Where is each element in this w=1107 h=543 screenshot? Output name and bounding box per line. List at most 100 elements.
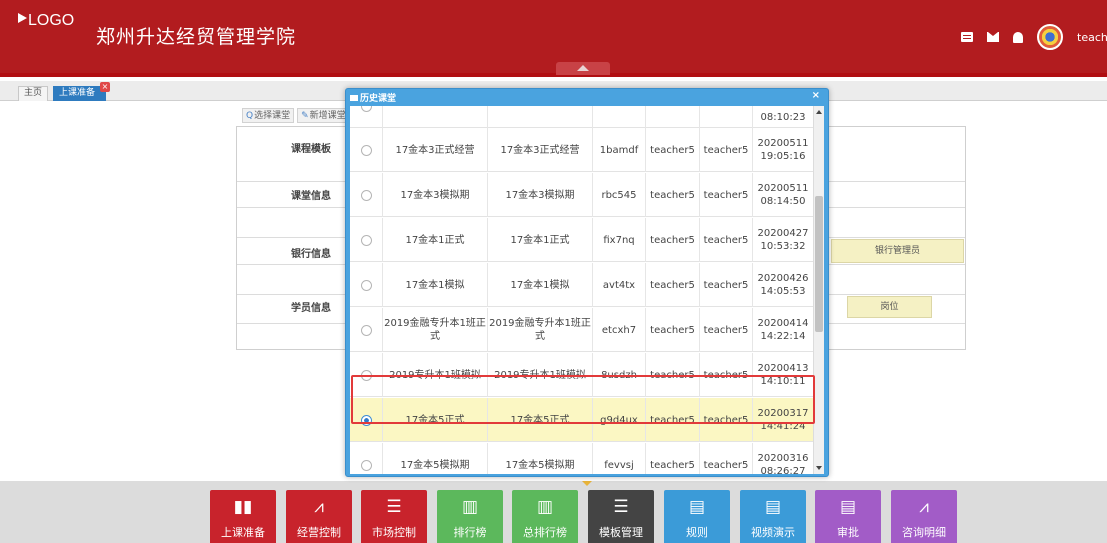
time-text: 14:10:11 xyxy=(760,376,806,387)
table-row[interactable]: 17金本3模拟期 17金本3模拟期 rbc545 teacher5 teacher5 20… xyxy=(350,173,813,217)
nav-button[interactable]: ☰ 模板管理 xyxy=(588,490,654,543)
avatar[interactable] xyxy=(1037,24,1063,50)
class-code-cell: 1bamdf xyxy=(593,128,646,172)
select-class-label: 选择课堂 xyxy=(254,111,291,121)
scroll-up-icon[interactable] xyxy=(816,110,822,114)
ranking-icon: ▥ xyxy=(536,497,554,517)
chevron-down-icon[interactable] xyxy=(582,481,592,486)
row-radio[interactable] xyxy=(360,324,372,336)
logo: LOGO xyxy=(18,12,74,30)
row-radio[interactable] xyxy=(360,234,372,246)
book-icon: ▮▮ xyxy=(233,497,253,517)
document-icon: ▤ xyxy=(764,497,782,517)
mail-icon[interactable] xyxy=(987,32,999,42)
radio-cell[interactable] xyxy=(350,353,383,397)
row-radio[interactable] xyxy=(360,459,372,471)
nav-button-label: 模板管理 xyxy=(599,526,643,539)
radio-cell[interactable] xyxy=(350,263,383,307)
table-row[interactable]: 17金本1模拟 17金本1模拟 avt4tx teacher5 teacher5 2020… xyxy=(350,263,813,307)
nav-button[interactable]: ▤ 规则 xyxy=(664,490,730,543)
nav-button[interactable]: ⩘ 咨询明细 xyxy=(891,490,957,543)
row-radio[interactable] xyxy=(360,414,372,426)
class-name-cell: 2019专升本1班模拟 xyxy=(383,353,488,397)
nav-button[interactable]: ▤ 视频演示 xyxy=(740,490,806,543)
new-class-button[interactable]: ✎新增课堂 xyxy=(297,108,350,123)
scroll-down-icon[interactable] xyxy=(816,466,822,470)
radio-cell[interactable] xyxy=(350,398,383,442)
nav-button[interactable]: ▥ 排行榜 xyxy=(437,490,503,543)
class-code-cell: rbc545 xyxy=(593,173,646,217)
row-radio[interactable] xyxy=(360,189,372,201)
template-name-cell: 17金本3模拟期 xyxy=(488,173,593,217)
scroll-thumb[interactable] xyxy=(815,196,823,332)
nav-button[interactable]: ▤ 审批 xyxy=(815,490,881,543)
datetime-cell: 20200316 08:26:27 xyxy=(753,443,813,474)
row-radio[interactable] xyxy=(360,106,372,112)
logo-text: LOGO xyxy=(28,12,75,29)
tab-home[interactable]: 主页 xyxy=(18,86,49,101)
template-name-cell: 2019专升本1班模拟 xyxy=(488,353,593,397)
date-text: 20200426 xyxy=(757,273,809,284)
nav-button[interactable]: ▮▮ 上课准备 xyxy=(210,490,276,543)
tab-class-prep[interactable]: 上课准备 × xyxy=(53,82,111,101)
radio-cell[interactable] xyxy=(350,443,383,474)
creator-cell: teacher5 xyxy=(700,353,753,397)
row-radio[interactable] xyxy=(360,144,372,156)
username[interactable]: teacher5 xyxy=(1077,31,1107,44)
nav-button[interactable]: ▥ 总排行榜 xyxy=(512,490,578,543)
close-tab-icon[interactable]: × xyxy=(100,82,111,92)
radio-cell[interactable] xyxy=(350,308,383,352)
nav-button-label: 审批 xyxy=(837,526,859,539)
radio-cell[interactable] xyxy=(350,106,383,128)
table-row[interactable]: 2019金融专升本1班正式 2019金融专升本1班正式 etcxh7 teacher5… xyxy=(350,308,813,352)
row-radio[interactable] xyxy=(360,279,372,291)
class-code-cell: etcxh7 xyxy=(593,308,646,352)
document-icon: ▤ xyxy=(839,497,857,517)
message-icon[interactable] xyxy=(961,32,973,42)
bell-icon[interactable] xyxy=(1013,31,1023,43)
nav-button-label: 规则 xyxy=(686,526,708,539)
radio-cell[interactable] xyxy=(350,128,383,172)
header-collapse-toggle[interactable] xyxy=(556,62,610,75)
broken-image-icon xyxy=(18,13,27,23)
select-class-button[interactable]: Q选择课堂 xyxy=(242,108,295,123)
radio-cell[interactable] xyxy=(350,173,383,217)
table-row[interactable]: 17金本1正式 17金本1正式 fix7nq teacher5 teacher5 2020… xyxy=(350,218,813,262)
datetime-cell: 20200426 14:05:53 xyxy=(753,263,813,307)
dialog-title-text: 历史课堂 xyxy=(360,94,397,104)
course-template-label: 课程模板 xyxy=(291,144,331,155)
row-radio[interactable] xyxy=(360,369,372,381)
nav-button[interactable]: ☰ 市场控制 xyxy=(361,490,427,543)
class-code-cell: g9d4ux xyxy=(593,398,646,442)
class-name-cell: 17金本5正式 xyxy=(383,398,488,442)
creator-cell: teacher5 xyxy=(700,128,753,172)
chart-icon: ⩘ xyxy=(919,497,929,517)
time-text: 08:14:50 xyxy=(760,196,806,207)
creator-cell: teacher5 xyxy=(700,398,753,442)
table-row[interactable]: 17金本5正式 17金本5正式 g9d4ux teacher5 teacher5 2020… xyxy=(350,398,813,442)
toolbar: Q选择课堂 ✎新增课堂 xyxy=(242,108,350,123)
table-row[interactable]: 17金本3正式经营 17金本3正式经营 1bamdf teacher5 teacher5… xyxy=(350,128,813,172)
class-info-label: 课堂信息 xyxy=(291,191,331,202)
vertical-scrollbar[interactable] xyxy=(813,106,824,474)
time-text: 10:53:32 xyxy=(760,241,806,252)
table-row[interactable]: 17金本5模拟期 17金本5模拟期 fevvsj teacher5 teacher5 20… xyxy=(350,443,813,474)
datetime-cell: 20200511 08:14:50 xyxy=(753,173,813,217)
edit-icon: ✎ xyxy=(301,111,309,121)
time-text: 08:26:27 xyxy=(760,466,806,474)
search-icon: Q xyxy=(246,111,254,121)
creator-cell: teacher5 xyxy=(700,263,753,307)
close-button[interactable]: × xyxy=(812,90,820,102)
teacher-cell: teacher5 xyxy=(646,173,700,217)
date-text: 20200511 xyxy=(757,138,809,149)
radio-cell[interactable] xyxy=(350,218,383,262)
ranking-icon: ▥ xyxy=(461,497,479,517)
table-row[interactable]: 2019专升本1班模拟 2019专升本1班模拟 8usdzh teacher5 teac… xyxy=(350,353,813,397)
table-row-partial[interactable]: 08:10:23 xyxy=(350,106,813,128)
nav-button-label: 视频演示 xyxy=(751,526,795,539)
nav-button[interactable]: ⩘ 经营控制 xyxy=(286,490,352,543)
history-class-dialog: 历史课堂 × 08:10:23 17金本3正式经营 17金本3正式经营 1bamdf… xyxy=(345,88,829,477)
time-text: 14:41:24 xyxy=(760,421,806,432)
bank-admin-cell: 银行管理员 xyxy=(831,239,964,263)
class-name-cell: 17金本3正式经营 xyxy=(383,128,488,172)
